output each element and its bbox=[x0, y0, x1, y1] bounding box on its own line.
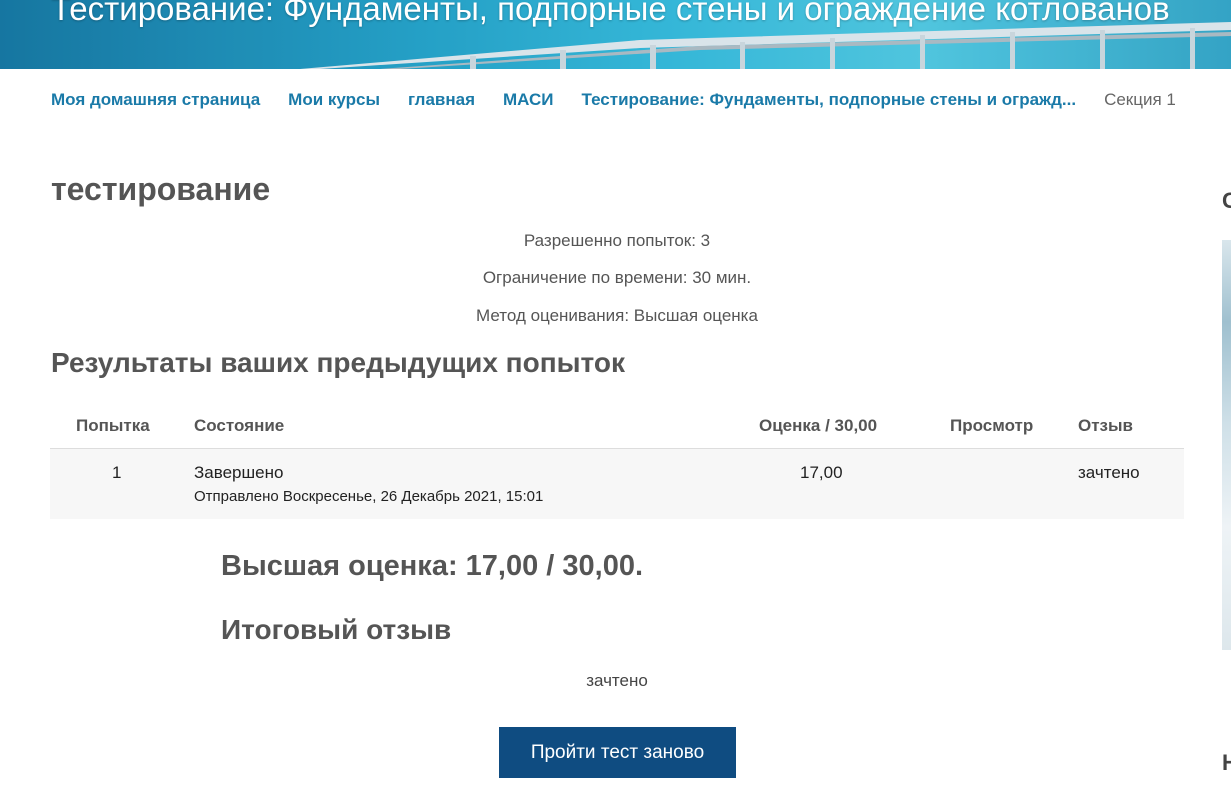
header-banner: Тестирование: Фундаменты, подпорные стен… bbox=[0, 0, 1231, 69]
breadcrumb-main[interactable]: главная bbox=[408, 90, 475, 110]
attempts-table: Попытка Состояние Оценка / 30,00 Просмот… bbox=[50, 403, 1184, 519]
retry-quiz-button[interactable]: Пройти тест заново bbox=[499, 727, 736, 778]
breadcrumb-home[interactable]: Моя домашняя страница bbox=[51, 90, 260, 110]
column-review: Просмотр bbox=[950, 416, 1034, 435]
breadcrumb-my-courses[interactable]: Мои курсы bbox=[288, 90, 380, 110]
column-state: Состояние bbox=[194, 416, 285, 435]
column-grade: Оценка / 30,00 bbox=[759, 416, 878, 435]
breadcrumb: Моя домашняя страница Мои курсы главная … bbox=[51, 89, 1176, 111]
table-row: 1 Завершено Отправлено Воскресенье, 26 Д… bbox=[50, 449, 1184, 519]
attempt-submitted: Отправлено Воскресенье, 26 Декабрь 2021,… bbox=[194, 488, 544, 505]
attempt-state: Завершено bbox=[194, 463, 284, 482]
column-feedback: Отзыв bbox=[1078, 416, 1133, 435]
course-title: Тестирование: Фундаменты, подпорные стен… bbox=[51, 0, 1170, 27]
time-limit: Ограничение по времени: 30 мин. bbox=[482, 268, 752, 287]
sidebar-block-title: С bbox=[1222, 188, 1231, 213]
column-attempt: Попытка bbox=[76, 416, 150, 435]
attempts-allowed: Разрешенно попыток: 3 bbox=[523, 231, 711, 250]
breadcrumb-current: Секция 1 bbox=[1104, 90, 1176, 109]
breadcrumb-quiz[interactable]: Тестирование: Фундаменты, подпорные стен… bbox=[582, 90, 1077, 110]
table-header: Попытка Состояние Оценка / 30,00 Просмот… bbox=[50, 403, 1184, 449]
results-heading: Результаты ваших предыдущих попыток bbox=[51, 347, 625, 378]
highest-grade: Высшая оценка: 17,00 / 30,00. bbox=[221, 550, 644, 582]
attempt-grade: 17,00 bbox=[800, 463, 843, 482]
sidebar-block-title-2: Н bbox=[1222, 750, 1231, 775]
attempt-number: 1 bbox=[112, 463, 122, 482]
breadcrumb-masi[interactable]: МАСИ bbox=[503, 90, 554, 110]
attempt-feedback: зачтено bbox=[1078, 463, 1140, 482]
page-title: тестирование bbox=[51, 171, 271, 207]
sidebar-image bbox=[1222, 240, 1231, 650]
grading-method: Метод оценивания: Высшая оценка bbox=[476, 306, 758, 325]
overall-feedback: зачтено bbox=[586, 671, 648, 690]
overall-feedback-heading: Итоговый отзыв bbox=[221, 614, 452, 645]
